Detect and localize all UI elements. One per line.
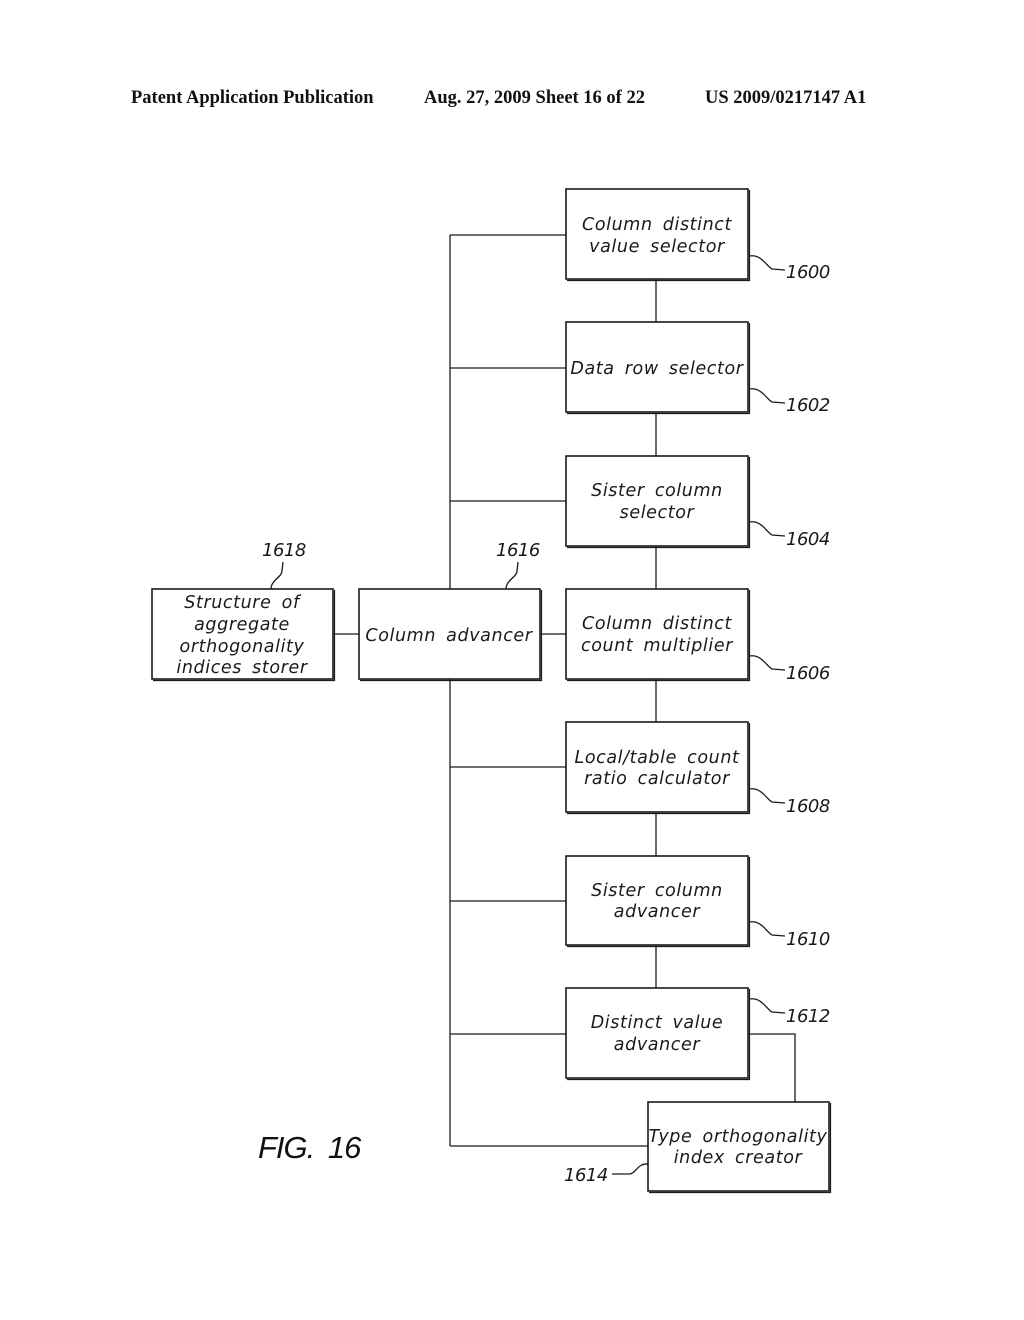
block-1604: Sister column selector 1604 [565,455,830,550]
ref-1606: 1606 [786,663,830,684]
ref-1616: 1616 [496,540,540,561]
leader-1602 [748,388,786,404]
block-1618-line-3: orthogonality [180,637,305,657]
block-1604-line-2: selector [620,503,696,523]
block-1602: Data row selector 1602 [565,321,830,416]
ref-1618: 1618 [262,540,306,561]
ref-1608: 1608 [786,796,830,817]
block-1600-line-1: Column distinct [582,215,733,235]
figure-label: FIG. 16 [258,1130,362,1165]
block-1614-line-1: Type orthogonality [649,1127,828,1147]
block-1610: Sister column advancer 1610 [565,855,830,950]
block-1606-line-2: count multiplier [581,636,734,656]
block-1614: Type orthogonality index creator 1614 [564,1101,832,1194]
leader-1616 [505,561,519,590]
block-1608-line-1: Local/table count [574,748,740,768]
leader-1614 [612,1163,649,1175]
block-1614-line-2: index creator [674,1148,804,1168]
block-1618-line-2: aggregate [194,615,290,635]
block-1612-line-1: Distinct value [591,1013,724,1033]
connector-1612-1614 [748,1033,796,1102]
ref-1602: 1602 [786,395,830,416]
block-1600-line-2: value selector [589,237,726,257]
block-1618: Structure of aggregate orthogonality ind… [151,540,336,682]
leader-1608 [748,788,786,804]
leader-1612 [748,998,786,1014]
leader-1618 [270,561,284,590]
block-1618-line-4: indices storer [176,658,308,678]
ref-1614: 1614 [564,1165,608,1186]
ref-1600: 1600 [786,262,830,283]
ref-1604: 1604 [786,529,830,550]
block-1610-line-1: Sister column [591,881,723,901]
block-1608-line-2: ratio calculator [584,769,731,789]
block-1610-line-2: advancer [614,902,702,922]
leader-1606 [748,655,786,671]
leader-1600 [748,255,786,271]
block-1612-line-2: advancer [614,1035,702,1055]
block-1606-line-1: Column distinct [582,614,733,634]
block-1606: Column distinct count multiplier 1606 [565,588,830,684]
leader-1604 [748,521,786,537]
ref-1610: 1610 [786,929,830,950]
block-1608: Local/table count ratio calculator 1608 [565,721,830,817]
leader-1610 [748,921,786,937]
block-1604-line-1: Sister column [591,481,723,501]
block-1618-line-1: Structure of [184,593,302,613]
block-1616-line-1: Column advancer [365,626,533,646]
block-1600: Column distinct value selector 1600 [565,188,830,283]
block-1602-line-1: Data row selector [570,359,744,379]
block-diagram: Column distinct value selector 1600 Data… [151,188,832,1194]
ref-1612: 1612 [786,1006,830,1027]
